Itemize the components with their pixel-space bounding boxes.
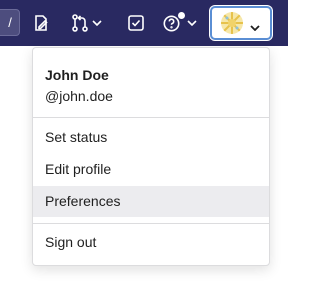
notification-dot: [178, 12, 185, 19]
user-username: @john.doe: [45, 88, 113, 104]
menu-item-label: Sign out: [45, 234, 97, 250]
set-status-menu-item[interactable]: Set status: [33, 122, 269, 153]
user-dropdown-menu: John Doe @john.doe Set status Edit profi…: [32, 47, 270, 266]
top-navbar: /: [0, 0, 288, 46]
search-shortcut-label: /: [8, 15, 12, 30]
avatar: [221, 12, 243, 34]
todo-checkbox-icon[interactable]: [128, 13, 144, 33]
preferences-menu-item[interactable]: Preferences: [33, 186, 269, 217]
search-shortcut-button[interactable]: /: [0, 9, 20, 36]
menu-item-label: Preferences: [45, 193, 121, 209]
menu-divider: [33, 223, 269, 224]
menu-item-label: Edit profile: [45, 161, 112, 177]
menu-divider: [33, 117, 269, 118]
user-full-name: John Doe: [45, 67, 109, 83]
edit-profile-menu-item[interactable]: Edit profile: [33, 154, 269, 185]
merge-request-chevron-down-icon[interactable]: [92, 13, 102, 33]
sign-out-menu-item[interactable]: Sign out: [33, 227, 269, 258]
chevron-down-icon: [250, 18, 260, 36]
help-chevron-down-icon[interactable]: [187, 13, 197, 33]
user-menu-button[interactable]: [210, 6, 272, 40]
edit-icon[interactable]: [33, 13, 49, 33]
merge-request-icon[interactable]: [72, 13, 88, 33]
menu-item-label: Set status: [45, 129, 108, 145]
